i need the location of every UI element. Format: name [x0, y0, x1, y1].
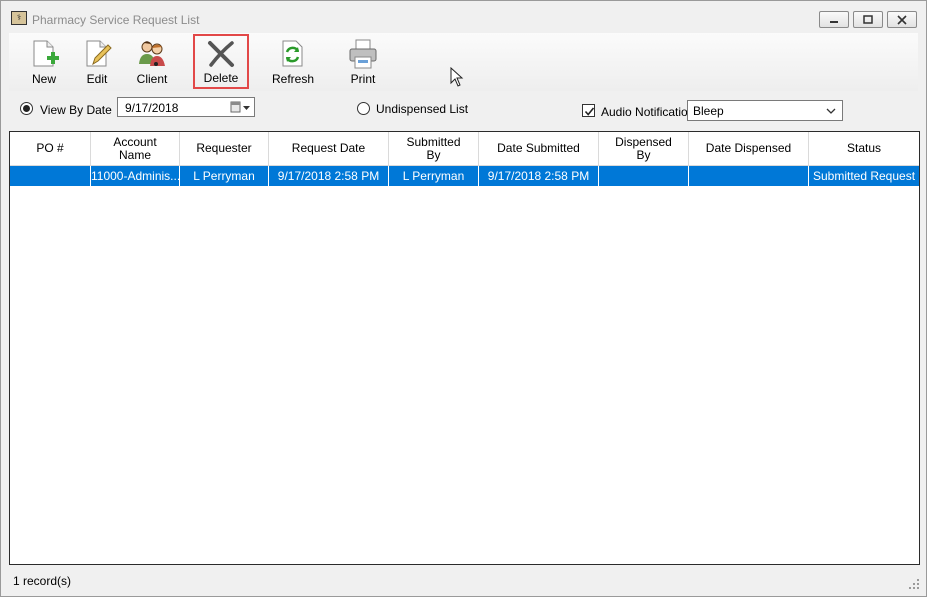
table-row[interactable]: 11000-Adminis... L Perryman 9/17/2018 2:… [10, 166, 919, 186]
column-header-po[interactable]: PO # [10, 132, 91, 165]
calendar-dropdown-icon[interactable] [230, 101, 252, 114]
edit-document-icon [86, 40, 112, 67]
edit-label: Edit [86, 72, 108, 86]
app-window: ⚕ Pharmacy Service Request List New Edit… [0, 0, 927, 597]
cell-date-dispensed[interactable] [689, 166, 809, 186]
title-bar: ⚕ Pharmacy Service Request List [1, 1, 926, 33]
filter-bar: View By Date 9/17/2018 Undispensed List … [9, 93, 918, 125]
undispensed-list-label: Undispensed List [376, 102, 469, 116]
audio-sound-value: Bleep [693, 104, 724, 118]
close-button[interactable] [887, 11, 917, 28]
view-by-date-label: View By Date [40, 103, 112, 117]
column-header-request-date[interactable]: Request Date [269, 132, 389, 165]
date-picker[interactable]: 9/17/2018 [117, 97, 255, 117]
view-by-date-radio[interactable] [20, 102, 33, 115]
mouse-cursor-icon [450, 67, 464, 87]
cell-date-submitted[interactable]: 9/17/2018 2:58 PM [479, 166, 599, 186]
cell-status[interactable]: Submitted Request [809, 166, 919, 186]
refresh-button[interactable]: Refresh [267, 35, 319, 89]
resize-grip-icon[interactable] [908, 578, 920, 590]
cell-account-name[interactable]: 11000-Adminis... [91, 166, 180, 186]
print-button[interactable]: Print [341, 35, 385, 89]
column-header-account-name[interactable]: Account Name [91, 132, 180, 165]
printer-icon [349, 39, 377, 69]
cell-submitted-by[interactable]: L Perryman [389, 166, 479, 186]
new-button[interactable]: New [21, 35, 67, 89]
column-header-status[interactable]: Status [809, 132, 919, 165]
status-bar: 1 record(s) [1, 568, 926, 596]
column-header-date-dispensed[interactable]: Date Dispensed [689, 132, 809, 165]
chevron-down-icon [826, 108, 836, 114]
cell-request-date[interactable]: 9/17/2018 2:58 PM [269, 166, 389, 186]
new-label: New [31, 72, 56, 86]
refresh-label: Refresh [271, 72, 315, 86]
refresh-icon [282, 40, 303, 67]
audio-sound-select[interactable]: Bleep [687, 100, 843, 121]
column-header-requester[interactable]: Requester [180, 132, 269, 165]
client-label: Client [136, 72, 168, 86]
new-document-icon [33, 40, 59, 67]
checkmark-icon [584, 107, 595, 116]
undispensed-list-radio[interactable] [357, 102, 370, 115]
edit-button[interactable]: Edit [77, 35, 117, 89]
delete-button[interactable]: Delete [193, 34, 249, 89]
cell-requester[interactable]: L Perryman [180, 166, 269, 186]
cell-po[interactable] [10, 166, 91, 186]
client-button[interactable]: Client [129, 35, 175, 89]
restore-icon [863, 15, 873, 24]
record-count: 1 record(s) [13, 574, 72, 588]
cell-dispensed-by[interactable] [599, 166, 689, 186]
audio-notification-checkbox[interactable] [582, 104, 595, 117]
maximize-button[interactable] [853, 11, 883, 28]
column-header-dispensed-by[interactable]: Dispensed By [599, 132, 689, 165]
grid-header: PO # Account Name Requester Request Date… [10, 132, 919, 166]
column-header-submitted-by[interactable]: Submitted By [389, 132, 479, 165]
minimize-button[interactable] [819, 11, 849, 28]
column-header-date-submitted[interactable]: Date Submitted [479, 132, 599, 165]
request-grid[interactable]: PO # Account Name Requester Request Date… [9, 131, 920, 565]
close-icon [897, 15, 907, 25]
date-value: 9/17/2018 [125, 101, 179, 115]
minimize-icon [830, 21, 838, 23]
print-label: Print [350, 72, 376, 86]
client-people-icon [139, 41, 165, 66]
delete-x-icon [208, 41, 234, 67]
app-icon: ⚕ [11, 11, 27, 25]
window-title: Pharmacy Service Request List [32, 13, 200, 27]
delete-label: Delete [203, 71, 239, 85]
audio-notification-label: Audio Notification [601, 105, 695, 119]
